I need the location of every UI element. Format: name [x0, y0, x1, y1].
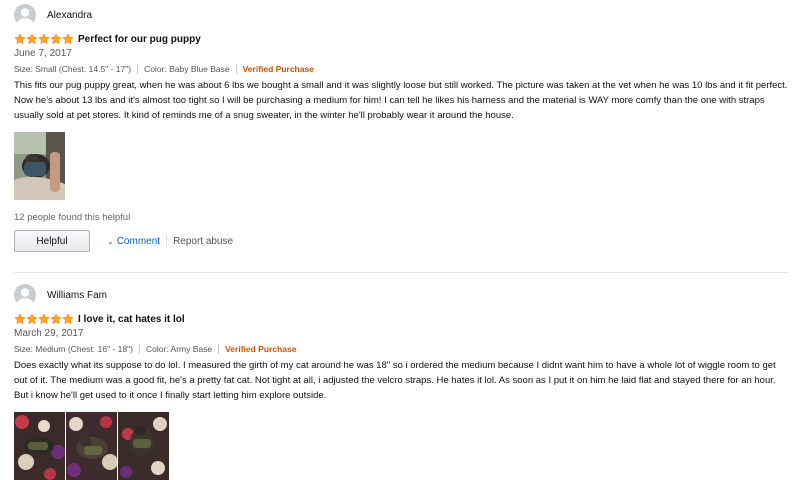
star-icon: [50, 313, 62, 325]
product-variant-info: Size: Medium (Chest: 16" - 18") Color: A…: [14, 343, 788, 354]
star-rating[interactable]: [14, 313, 74, 325]
comment-link[interactable]: ⌄ Comment: [107, 236, 160, 247]
cat-photo-image: [118, 412, 169, 480]
star-icon: [14, 33, 26, 45]
cat-photo-image: [66, 412, 117, 480]
review-date: March 29, 2017: [14, 328, 84, 339]
reviewer-name[interactable]: Williams Fam: [47, 290, 107, 301]
avatar-person-icon: [14, 4, 36, 26]
avatar[interactable]: [14, 284, 36, 306]
reviewer-profile[interactable]: Alexandra: [14, 4, 788, 26]
divider: [166, 235, 168, 247]
review-body: This fits our pug puppy great, when he w…: [14, 80, 788, 121]
divider: [218, 343, 220, 354]
star-icon: [38, 313, 50, 325]
star-icon: [26, 33, 38, 45]
review-divider: [14, 272, 788, 273]
pug-photo-image: [14, 132, 65, 200]
divider: [235, 63, 237, 74]
cat-on-rug-photo-1[interactable]: [14, 412, 65, 480]
star-rating[interactable]: [14, 33, 74, 45]
helpful-count: 12 people found this helpful: [14, 212, 131, 223]
color-label[interactable]: Color: Army Base: [146, 344, 212, 354]
product-variant-info: Size: Small (Chest: 14.5" - 17") Color: …: [14, 63, 788, 74]
star-icon: [26, 313, 38, 325]
comment-label: Comment: [116, 235, 161, 247]
review-photos: [14, 412, 788, 480]
verified-purchase-badge: Verified Purchase: [225, 343, 297, 354]
size-label[interactable]: Size: Small (Chest: 14.5" - 17"): [14, 64, 131, 74]
divider: [138, 343, 140, 354]
helpful-button[interactable]: Helpful: [14, 230, 90, 252]
star-icon: [50, 33, 62, 45]
review-actions: Helpful ⌄ Comment Report abuse: [14, 230, 788, 252]
size-label[interactable]: Size: Medium (Chest: 16" - 18"): [14, 344, 133, 354]
review-date: June 7, 2017: [14, 48, 72, 59]
review-1: Alexandra Perfect for our pug puppy June…: [14, 4, 788, 252]
reviewer-name[interactable]: Alexandra: [47, 10, 92, 21]
pug-in-harness-photo[interactable]: [14, 132, 65, 200]
avatar-person-icon: [14, 284, 36, 306]
avatar[interactable]: [14, 4, 36, 26]
cat-on-rug-photo-3[interactable]: [118, 412, 169, 480]
review-title[interactable]: I love it, cat hates it lol: [78, 314, 185, 325]
star-icon: [14, 313, 26, 325]
star-icon: [62, 33, 74, 45]
color-label[interactable]: Color: Baby Blue Base: [144, 64, 230, 74]
review-body: Does exactly what its suppose to do lol.…: [14, 360, 776, 401]
divider: [137, 63, 139, 74]
review-title[interactable]: Perfect for our pug puppy: [78, 34, 201, 45]
reviewer-profile[interactable]: Williams Fam: [14, 284, 788, 306]
verified-purchase-badge: Verified Purchase: [242, 63, 314, 74]
cat-on-rug-photo-2[interactable]: [66, 412, 117, 480]
review-2: Williams Fam I love it, cat hates it lol…: [14, 284, 788, 480]
cat-photo-image: [14, 412, 65, 480]
chevron-down-icon: ⌄: [107, 236, 114, 246]
star-icon: [62, 313, 74, 325]
report-abuse-link[interactable]: Report abuse: [173, 236, 233, 247]
review-photos: [14, 132, 788, 200]
star-icon: [38, 33, 50, 45]
